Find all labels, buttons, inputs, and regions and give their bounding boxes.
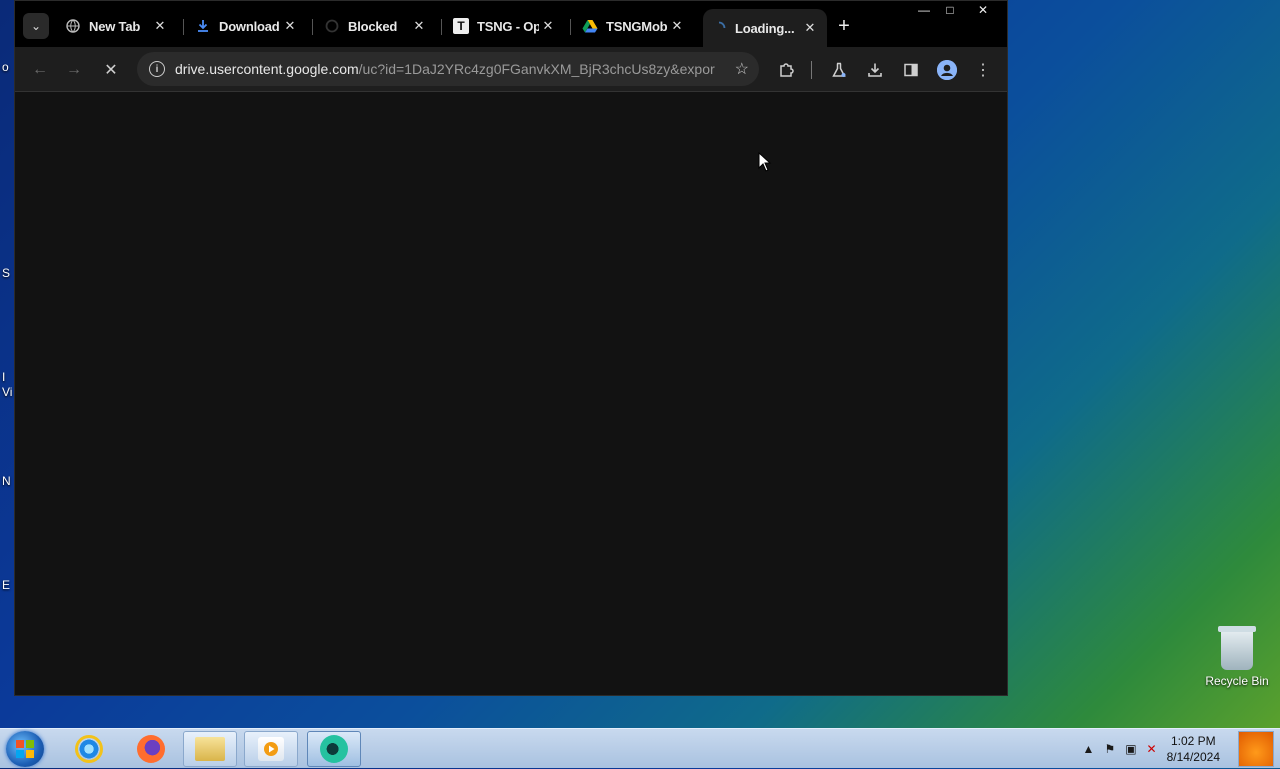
minimize-button[interactable]: — bbox=[911, 1, 937, 19]
browser-app-icon bbox=[320, 735, 348, 763]
t-logo-icon: T bbox=[453, 18, 469, 34]
profile-button[interactable] bbox=[934, 57, 960, 83]
recycle-bin-label: Recycle Bin bbox=[1205, 674, 1269, 688]
site-info-icon[interactable]: i bbox=[149, 61, 165, 77]
tab-divider bbox=[183, 19, 184, 35]
tab-loading[interactable]: Loading... ✕ bbox=[703, 9, 827, 47]
recycle-bin[interactable]: Recycle Bin bbox=[1204, 626, 1270, 688]
close-icon[interactable]: ✕ bbox=[410, 18, 428, 34]
download-icon bbox=[868, 63, 882, 77]
tab-divider bbox=[312, 19, 313, 35]
arrow-left-icon: ← bbox=[32, 61, 48, 78]
back-button[interactable]: ← bbox=[27, 57, 53, 83]
internet-explorer-icon bbox=[75, 735, 103, 763]
desktop-icon-label-fragment: Vi bbox=[2, 385, 13, 399]
arrow-right-icon: → bbox=[66, 61, 82, 78]
menu-button[interactable]: ⋮ bbox=[970, 57, 996, 83]
taskbar-file-explorer[interactable] bbox=[183, 731, 237, 767]
browser-window: ⌄ New Tab ✕ Download ✕ Blocked ✕ T TSNG … bbox=[14, 0, 1008, 696]
forward-button[interactable]: → bbox=[61, 57, 87, 83]
url-path: /uc?id=1DaJ2YRc4zg0FGanvkXM_BjR3chcUs8zy… bbox=[358, 61, 715, 77]
desktop-icon-label-fragment: N bbox=[2, 474, 11, 488]
desktop-icon-label-fragment: S bbox=[2, 266, 11, 280]
tab-new-tab[interactable]: New Tab ✕ bbox=[57, 9, 177, 43]
close-icon[interactable]: ✕ bbox=[668, 18, 686, 34]
tab-title: Loading... bbox=[735, 20, 795, 36]
download-icon bbox=[195, 18, 211, 34]
tab-divider bbox=[570, 19, 571, 35]
desktop-icon-label-fragment: I bbox=[2, 370, 6, 384]
address-bar[interactable]: i drive.usercontent.google.com/uc?id=1Da… bbox=[137, 52, 759, 86]
mouse-pointer-icon bbox=[758, 152, 772, 172]
page-content bbox=[15, 92, 1007, 695]
close-icon[interactable]: ✕ bbox=[539, 18, 557, 34]
tab-search-button[interactable]: ⌄ bbox=[23, 13, 49, 39]
toolbar-divider bbox=[811, 61, 812, 79]
tab-tsng-op[interactable]: T TSNG - Op ✕ bbox=[445, 9, 565, 43]
folder-icon bbox=[195, 737, 225, 761]
chevron-down-icon: ⌄ bbox=[30, 19, 42, 33]
show-hidden-icons-button[interactable]: ▲ bbox=[1083, 742, 1095, 756]
taskbar-internet-explorer[interactable] bbox=[62, 731, 116, 767]
globe-icon bbox=[65, 18, 81, 34]
taskbar-firefox[interactable] bbox=[124, 731, 178, 767]
downloads-button[interactable] bbox=[862, 57, 888, 83]
labs-button[interactable] bbox=[826, 57, 852, 83]
taskbar: ▲ ⚑ ▣ ✕ 1:02 PM 8/14/2024 bbox=[0, 728, 1280, 768]
clock-time: 1:02 PM bbox=[1170, 734, 1216, 748]
flask-icon bbox=[832, 62, 846, 77]
show-desktop-button[interactable] bbox=[1238, 731, 1274, 767]
spinner-icon bbox=[324, 18, 340, 34]
browser-toolbar: ← → ✕ i drive.usercontent.google.com/uc?… bbox=[15, 47, 1007, 92]
tab-strip: ⌄ New Tab ✕ Download ✕ Blocked ✕ T TSNG … bbox=[15, 1, 1007, 47]
side-panel-icon bbox=[904, 63, 918, 77]
tab-title: TSNGMob bbox=[606, 18, 668, 34]
system-tray: ▲ ⚑ ▣ ✕ 1:02 PM 8/14/2024 bbox=[1083, 729, 1220, 769]
maximize-button[interactable]: □ bbox=[937, 1, 963, 19]
tab-tsngmob[interactable]: TSNGMob ✕ bbox=[574, 9, 694, 43]
clock-date: 8/14/2024 bbox=[1166, 750, 1220, 764]
volume-muted-icon[interactable]: ✕ bbox=[1147, 742, 1157, 756]
taskbar-browser-active[interactable] bbox=[307, 731, 361, 767]
tab-download[interactable]: Download ✕ bbox=[187, 9, 307, 43]
tab-title: Blocked bbox=[348, 18, 398, 34]
bookmark-star-icon[interactable]: ☆ bbox=[735, 59, 749, 79]
avatar-icon bbox=[937, 60, 957, 80]
tab-divider bbox=[441, 19, 442, 35]
kebab-menu-icon: ⋮ bbox=[975, 62, 991, 79]
desktop-icon-label-fragment: o bbox=[2, 60, 9, 74]
desktop-icon-label-fragment: E bbox=[2, 578, 11, 592]
media-player-icon bbox=[258, 737, 284, 761]
side-panel-button[interactable] bbox=[898, 57, 924, 83]
start-button[interactable] bbox=[6, 731, 44, 767]
close-window-button[interactable]: ✕ bbox=[970, 1, 996, 19]
recycle-bin-icon bbox=[1218, 626, 1256, 670]
extensions-button[interactable] bbox=[773, 57, 799, 83]
clock[interactable]: 1:02 PM 8/14/2024 bbox=[1167, 733, 1220, 765]
puzzle-icon bbox=[780, 63, 794, 77]
tab-blocked[interactable]: Blocked ✕ bbox=[316, 9, 436, 43]
close-icon[interactable]: ✕ bbox=[801, 20, 819, 36]
tab-title: TSNG - Op bbox=[477, 18, 539, 34]
close-icon[interactable]: ✕ bbox=[151, 18, 169, 34]
google-drive-icon bbox=[582, 18, 598, 34]
new-tab-button[interactable]: + bbox=[833, 15, 855, 37]
close-icon[interactable]: ✕ bbox=[281, 18, 299, 34]
taskbar-media-player[interactable] bbox=[244, 731, 298, 767]
network-icon[interactable]: ▣ bbox=[1125, 742, 1136, 756]
tab-title: Download bbox=[219, 18, 280, 34]
loading-spinner-icon bbox=[711, 20, 727, 36]
firefox-icon bbox=[137, 735, 165, 763]
action-center-flag-icon[interactable]: ⚑ bbox=[1104, 742, 1115, 756]
url-text[interactable]: drive.usercontent.google.com/uc?id=1DaJ2… bbox=[175, 61, 715, 77]
tab-title: New Tab bbox=[89, 18, 141, 34]
url-host: drive.usercontent.google.com bbox=[175, 61, 359, 77]
windows-logo-icon bbox=[16, 740, 34, 758]
close-icon: ✕ bbox=[104, 62, 118, 79]
stop-loading-button[interactable]: ✕ bbox=[98, 57, 124, 83]
